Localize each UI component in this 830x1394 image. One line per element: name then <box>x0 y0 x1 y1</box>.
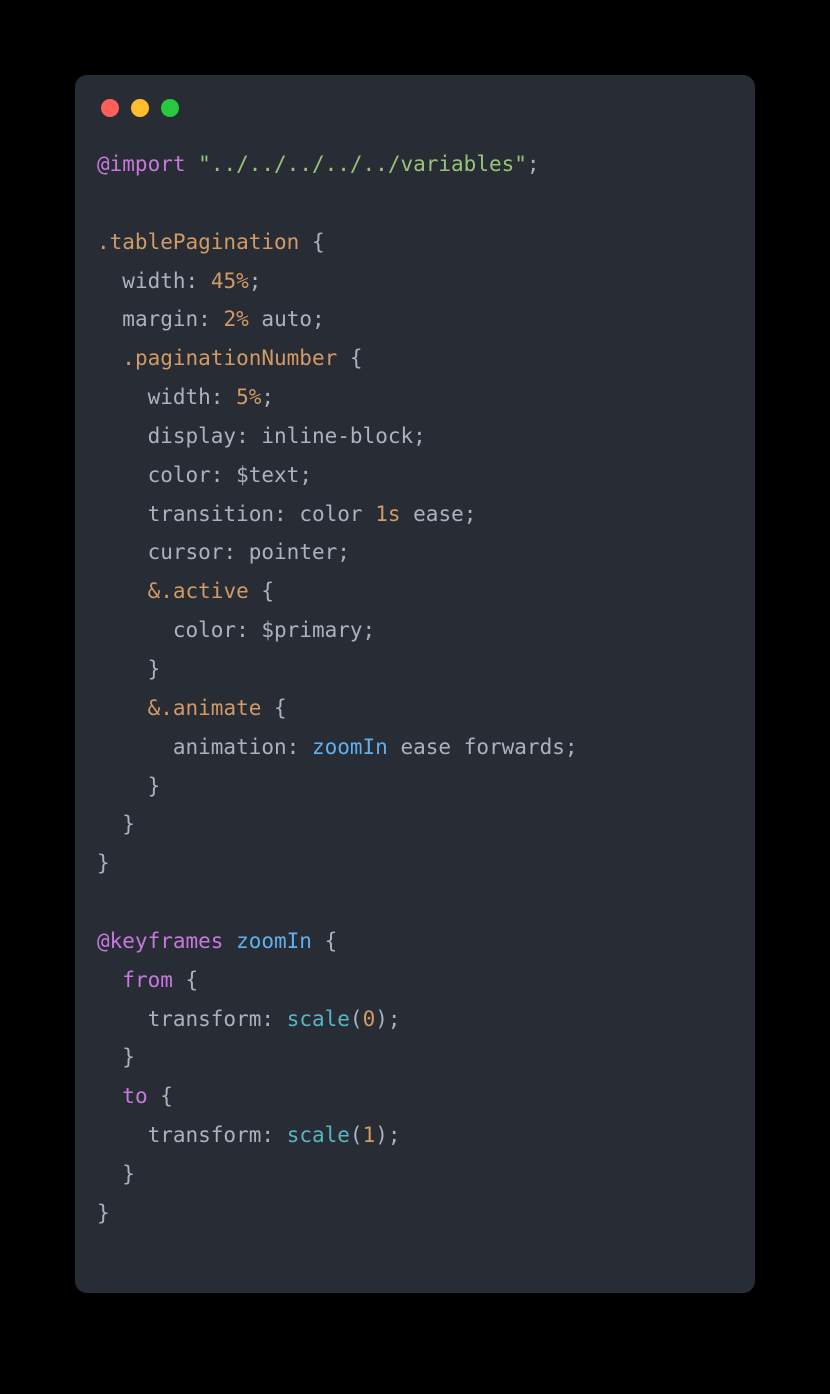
prop-width: width <box>122 269 185 293</box>
semicolon: ; <box>413 424 426 448</box>
prop-color: color <box>148 463 211 487</box>
prop-width: width <box>148 385 211 409</box>
brace-open: { <box>160 1084 173 1108</box>
colon: : <box>261 1123 274 1147</box>
keyframes-name: zoomIn <box>236 929 312 953</box>
selector-animate: .animate <box>160 696 261 720</box>
value-5pct: 5% <box>236 385 261 409</box>
var-primary: $primary <box>261 618 362 642</box>
minimize-icon[interactable] <box>131 99 149 117</box>
value-forwards: forwards <box>464 735 565 759</box>
prop-cursor: cursor <box>148 540 224 564</box>
ampersand: & <box>148 579 161 603</box>
value-ease: ease <box>413 502 464 526</box>
value-1s: 1s <box>375 502 400 526</box>
colon: : <box>223 540 236 564</box>
close-icon[interactable] <box>101 99 119 117</box>
zoom-icon[interactable] <box>161 99 179 117</box>
value-0: 0 <box>363 1007 376 1031</box>
ampersand: & <box>148 696 161 720</box>
keyword-from: from <box>122 968 173 992</box>
paren-close: ) <box>375 1123 388 1147</box>
keyword-keyframes: @keyframes <box>97 929 223 953</box>
semicolon: ; <box>464 502 477 526</box>
value-2pct: 2% <box>223 307 248 331</box>
value-pointer: pointer <box>249 540 338 564</box>
fn-scale: scale <box>287 1123 350 1147</box>
brace-open: { <box>312 230 325 254</box>
value-1: 1 <box>363 1123 376 1147</box>
paren-open: ( <box>350 1123 363 1147</box>
brace-open: { <box>274 696 287 720</box>
paren-close: ) <box>375 1007 388 1031</box>
brace-open: { <box>186 968 199 992</box>
semicolon: ; <box>337 540 350 564</box>
brace-close: } <box>97 851 110 875</box>
prop-transform: transform <box>148 1007 262 1031</box>
var-text: $text <box>236 463 299 487</box>
prop-animation: animation <box>173 735 287 759</box>
semicolon: ; <box>527 152 540 176</box>
keyword-to: to <box>122 1084 147 1108</box>
semicolon: ; <box>388 1007 401 1031</box>
keyword-import: @import <box>97 152 186 176</box>
semicolon: ; <box>261 385 274 409</box>
brace-close: } <box>122 1045 135 1069</box>
window-titlebar <box>101 99 733 117</box>
selector-tablePagination: .tablePagination <box>97 230 299 254</box>
colon: : <box>236 618 249 642</box>
brace-open: { <box>350 346 363 370</box>
prop-display: display <box>148 424 237 448</box>
colon: : <box>274 502 287 526</box>
brace-open: { <box>261 579 274 603</box>
colon: : <box>211 385 224 409</box>
code-block: @import "../../../../../variables"; .tab… <box>97 145 733 1233</box>
brace-close: } <box>122 812 135 836</box>
semicolon: ; <box>299 463 312 487</box>
brace-close: } <box>97 1201 110 1225</box>
value-ease: ease <box>400 735 451 759</box>
value-inline-block: inline-block <box>261 424 413 448</box>
colon: : <box>287 735 300 759</box>
paren-open: ( <box>350 1007 363 1031</box>
brace-open: { <box>325 929 338 953</box>
semicolon: ; <box>249 269 262 293</box>
value-color: color <box>299 502 362 526</box>
import-path: "../../../../../variables" <box>198 152 527 176</box>
colon: : <box>186 269 199 293</box>
value-45pct: 45% <box>211 269 249 293</box>
colon: : <box>236 424 249 448</box>
colon: : <box>198 307 211 331</box>
brace-close: } <box>148 774 161 798</box>
selector-paginationNumber: .paginationNumber <box>122 346 337 370</box>
selector-active: .active <box>160 579 249 603</box>
fn-scale: scale <box>287 1007 350 1031</box>
colon: : <box>261 1007 274 1031</box>
prop-transform: transform <box>148 1123 262 1147</box>
prop-color: color <box>173 618 236 642</box>
brace-close: } <box>148 657 161 681</box>
prop-transition: transition <box>148 502 274 526</box>
value-zoomIn: zoomIn <box>312 735 388 759</box>
semicolon: ; <box>363 618 376 642</box>
semicolon: ; <box>388 1123 401 1147</box>
code-window: @import "../../../../../variables"; .tab… <box>75 75 755 1293</box>
semicolon: ; <box>565 735 578 759</box>
value-auto: auto <box>261 307 312 331</box>
colon: : <box>211 463 224 487</box>
brace-close: } <box>122 1162 135 1186</box>
prop-margin: margin <box>122 307 198 331</box>
semicolon: ; <box>312 307 325 331</box>
